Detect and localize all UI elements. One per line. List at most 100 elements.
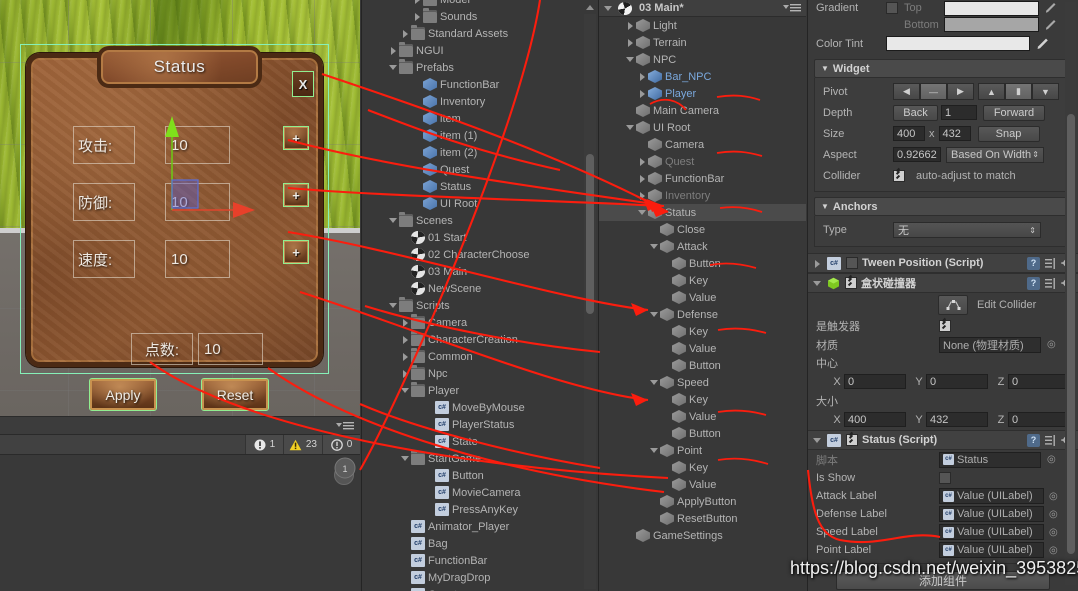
- hierarchy-item-row[interactable]: Close: [599, 221, 806, 238]
- tween-position-expand-arrow[interactable]: [812, 258, 823, 269]
- point-label-picker-icon[interactable]: ◎: [1049, 545, 1058, 556]
- help-icon[interactable]: ?: [1027, 276, 1040, 290]
- project-item-row[interactable]: c# PressAnyKey: [362, 501, 597, 518]
- defense-label-object-field[interactable]: c# Value (UILabel): [939, 506, 1044, 522]
- box-collider-enabled-checkbox[interactable]: [845, 277, 857, 289]
- hierarchy-item-row[interactable]: UI Root: [599, 119, 806, 136]
- attack-label-picker-icon[interactable]: ◎: [1049, 491, 1058, 502]
- hierarchy-item-row[interactable]: GameSettings: [599, 527, 806, 544]
- scene-expand-arrow[interactable]: [603, 3, 614, 14]
- hierarchy-item-row[interactable]: Player: [599, 85, 806, 102]
- hierarchy-item-row[interactable]: ResetButton: [599, 510, 806, 527]
- project-item-expand-arrow[interactable]: [412, 11, 423, 22]
- speed-plus-button[interactable]: +: [283, 240, 309, 264]
- preset-icon[interactable]: [1044, 257, 1057, 270]
- preset-icon[interactable]: [1044, 277, 1057, 290]
- project-item-collapse-arrow[interactable]: [388, 62, 399, 73]
- collider-row[interactable]: Collider auto-adjust to match: [815, 165, 1071, 186]
- box-collider-expand-arrow[interactable]: [812, 278, 823, 289]
- collider-size-xyz-row[interactable]: X 400 Y 432 Z 0: [808, 409, 1078, 430]
- hierarchy-item-collapse-arrow[interactable]: [637, 207, 648, 218]
- pivot-row[interactable]: Pivot ◀ — ▶ ▲ ▮ ▼: [815, 81, 1071, 102]
- warning-counter[interactable]: 23: [282, 434, 322, 455]
- component-tween-position[interactable]: c# Tween Position (Script) ?: [808, 253, 1078, 273]
- hierarchy-item-row[interactable]: Quest: [599, 153, 806, 170]
- reset-button[interactable]: Reset: [201, 378, 269, 411]
- hierarchy-item-row[interactable]: Key: [599, 323, 806, 340]
- project-item-expand-arrow[interactable]: [388, 45, 399, 56]
- project-item-row[interactable]: c#Quest: [362, 586, 597, 591]
- center-z-input[interactable]: 0: [1008, 374, 1070, 389]
- speed-label-picker-icon[interactable]: ◎: [1049, 527, 1058, 538]
- project-tree[interactable]: Model Sounds Standard Assets NGUI Prefabs Fun…: [362, 0, 597, 591]
- hierarchy-item-collapse-arrow[interactable]: [649, 445, 660, 456]
- hierarchy-item-collapse-arrow[interactable]: [649, 241, 660, 252]
- project-item-expand-arrow[interactable]: [400, 28, 411, 39]
- project-item-row[interactable]: c# Animator_Player: [362, 518, 597, 535]
- inspector-scrollbar-thumb[interactable]: [1067, 114, 1075, 554]
- script-picker-icon[interactable]: ◎: [1047, 454, 1056, 465]
- component-status-script[interactable]: c# Status (Script) ?: [808, 430, 1078, 450]
- hierarchy-item-row[interactable]: Defense: [599, 306, 806, 323]
- hierarchy-item-row[interactable]: Point: [599, 442, 806, 459]
- project-item-expand-arrow[interactable]: [400, 351, 411, 362]
- hierarchy-item-row[interactable]: Value: [599, 289, 806, 306]
- project-item-row[interactable]: Inventory: [362, 93, 597, 110]
- center-y-input[interactable]: 0: [926, 374, 988, 389]
- scene-view[interactable]: Status X 攻击: 10 + 防御: 10 + 速度: 10 + 点数: …: [0, 0, 360, 416]
- project-item-row[interactable]: Standard Assets: [362, 25, 597, 42]
- pivot-center-v-button[interactable]: ▮: [1005, 83, 1032, 100]
- hierarchy-item-row[interactable]: Bar_NPC: [599, 68, 806, 85]
- attack-label-row[interactable]: Attack Label c# Value (UILabel) ◎: [808, 487, 1078, 505]
- project-item-row[interactable]: c# FunctionBar: [362, 552, 597, 569]
- hierarchy-panel[interactable]: 03 Main* Light Terrain NPC Bar_NPC Player Mai…: [598, 0, 806, 591]
- widget-collapse-arrow[interactable]: ▼: [821, 64, 829, 73]
- color-tint-row[interactable]: Color Tint: [808, 33, 1078, 54]
- pivot-center-h-button[interactable]: —: [920, 83, 947, 100]
- project-item-row[interactable]: c# Bag: [362, 535, 597, 552]
- hierarchy-item-row[interactable]: Button: [599, 255, 806, 272]
- gradient-row[interactable]: Gradient Top: [808, 0, 1078, 16]
- is-trigger-checkbox[interactable]: [939, 319, 951, 332]
- anchor-type-row[interactable]: Type 无 ⇕: [815, 220, 1071, 240]
- project-item-row[interactable]: c# MovieCamera: [362, 484, 597, 501]
- status-script-expand-arrow[interactable]: [812, 435, 823, 446]
- status-window[interactable]: Status X 攻击: 10 + 防御: 10 + 速度: 10 + 点数: …: [26, 46, 323, 411]
- preset-icon[interactable]: [1044, 434, 1057, 447]
- defense-plus-button[interactable]: +: [283, 183, 309, 207]
- collider-checkbox[interactable]: [893, 169, 905, 182]
- size-x-input[interactable]: 400: [893, 126, 925, 141]
- project-item-expand-arrow[interactable]: [400, 317, 411, 328]
- material-row[interactable]: 材质 None (物理材质) ◎: [808, 335, 1078, 354]
- collider-size-y-input[interactable]: 432: [926, 412, 988, 427]
- aspect-row[interactable]: Aspect 0.92662 Based On Width ⇕: [815, 144, 1071, 165]
- hierarchy-item-row[interactable]: ApplyButton: [599, 493, 806, 510]
- project-item-row[interactable]: item: [362, 110, 597, 127]
- project-item-row[interactable]: CharacterCreation: [362, 331, 597, 348]
- edit-collider-row[interactable]: Edit Collider: [808, 293, 1078, 316]
- aspect-value-input[interactable]: 0.92662: [893, 147, 941, 162]
- project-item-row[interactable]: item (2): [362, 144, 597, 161]
- hierarchy-item-row[interactable]: Terrain: [599, 34, 806, 51]
- point-label-object-field[interactable]: c# Value (UILabel): [939, 542, 1044, 558]
- project-item-row[interactable]: Scripts: [362, 297, 597, 314]
- hierarchy-item-row[interactable]: FunctionBar: [599, 170, 806, 187]
- depth-forward-button[interactable]: Forward: [983, 104, 1045, 121]
- is-show-row[interactable]: Is Show: [808, 469, 1078, 487]
- project-item-row[interactable]: 01 Start: [362, 229, 597, 246]
- defense-label-row[interactable]: Defense Label c# Value (UILabel) ◎: [808, 505, 1078, 523]
- collider-size-z-input[interactable]: 0: [1008, 412, 1070, 427]
- console-counter-bar[interactable]: 1 23 0: [0, 434, 360, 455]
- hierarchy-item-row[interactable]: Button: [599, 425, 806, 442]
- edit-collider-button[interactable]: [938, 294, 968, 315]
- project-item-row[interactable]: NewScene: [362, 280, 597, 297]
- project-item-row[interactable]: 03 Main: [362, 263, 597, 280]
- project-item-row[interactable]: Quest: [362, 161, 597, 178]
- depth-back-button[interactable]: Back: [893, 104, 938, 121]
- hierarchy-item-row[interactable]: Camera: [599, 136, 806, 153]
- hierarchy-item-expand-arrow[interactable]: [637, 173, 648, 184]
- project-scrollbar[interactable]: [584, 14, 596, 589]
- hierarchy-scene-header[interactable]: 03 Main*: [599, 0, 806, 17]
- info-counter[interactable]: 0: [322, 434, 360, 455]
- project-item-row[interactable]: UI Root: [362, 195, 597, 212]
